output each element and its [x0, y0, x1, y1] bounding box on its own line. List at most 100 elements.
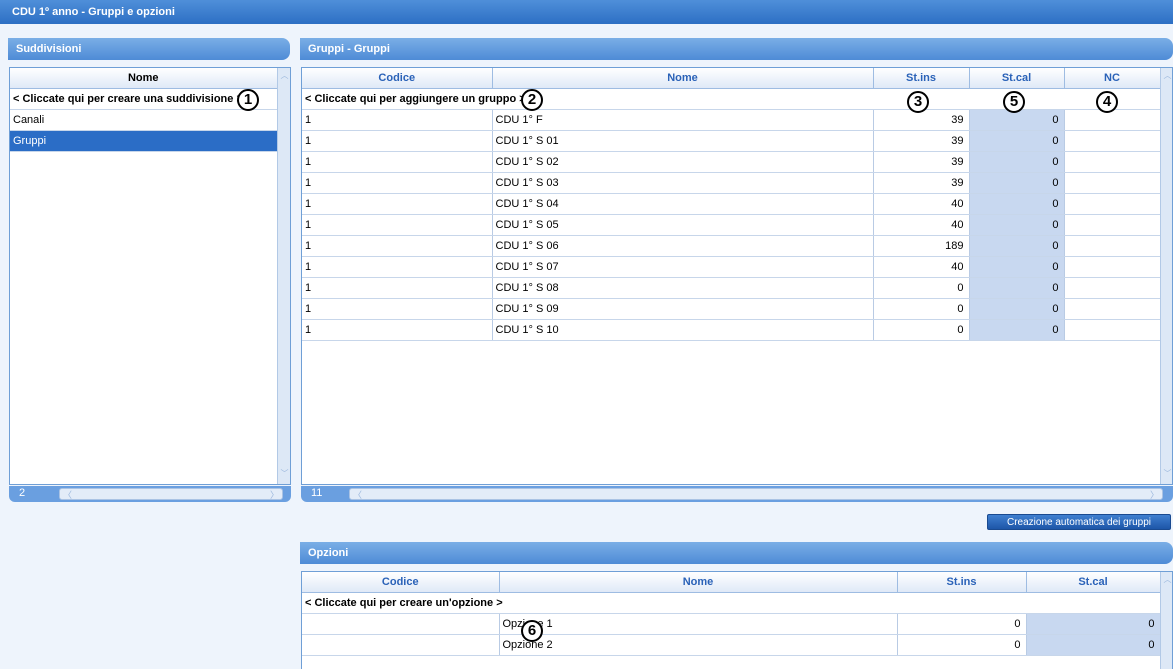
cell-nome[interactable]: Opzione 1: [499, 613, 898, 635]
cell-st-cal[interactable]: 0: [969, 235, 1065, 257]
scroll-right-icon[interactable]: 〉: [1150, 488, 1159, 501]
cell-st-cal[interactable]: 0: [1026, 613, 1161, 635]
cell-st-ins[interactable]: 39: [873, 172, 970, 194]
cell-nc[interactable]: [1064, 130, 1161, 152]
column-header-nome[interactable]: Nome: [499, 572, 898, 593]
suddivisioni-grid[interactable]: Nome < Cliccate qui per creare una suddi…: [9, 67, 291, 485]
cell-st-ins[interactable]: 0: [897, 613, 1027, 635]
scroll-up-icon[interactable]: ︿: [279, 70, 290, 82]
column-header-st-ins[interactable]: St.ins: [897, 572, 1027, 593]
auto-create-groups-button[interactable]: Creazione automatica dei gruppi: [987, 514, 1171, 530]
table-row[interactable]: 1 CDU 1° S 01 39 0: [302, 130, 1161, 152]
column-header-nome[interactable]: Nome: [10, 68, 278, 89]
column-header-nome[interactable]: Nome: [492, 68, 874, 89]
scroll-up-icon[interactable]: ︿: [1162, 574, 1172, 586]
cell-st-cal[interactable]: 0: [969, 130, 1065, 152]
column-header-codice[interactable]: Codice: [302, 68, 493, 89]
cell-nome[interactable]: CDU 1° S 01: [492, 130, 874, 152]
cell-nome[interactable]: CDU 1° S 06: [492, 235, 874, 257]
create-opzione-row[interactable]: < Cliccate qui per creare un'opzione >: [302, 592, 1160, 614]
gruppi-vertical-scrollbar[interactable]: ︿ ﹀: [1160, 68, 1172, 484]
gruppi-horizontal-scrollbar[interactable]: 〈 〉: [349, 488, 1163, 500]
cell-st-cal[interactable]: 0: [969, 172, 1065, 194]
scroll-down-icon[interactable]: ﹀: [1162, 468, 1172, 480]
cell-codice[interactable]: 1: [302, 172, 493, 194]
table-row[interactable]: 1 CDU 1° S 08 0 0: [302, 277, 1161, 299]
cell-codice[interactable]: 1: [302, 193, 493, 215]
table-row[interactable]: 1 CDU 1° S 06 189 0: [302, 235, 1161, 257]
cell-codice[interactable]: [302, 634, 500, 656]
cell-nome[interactable]: CDU 1° S 10: [492, 319, 874, 341]
suddivisioni-horizontal-scrollbar[interactable]: 〈 〉: [59, 488, 283, 500]
column-header-st-cal[interactable]: St.cal: [1026, 572, 1161, 593]
cell-st-cal[interactable]: 0: [969, 298, 1065, 320]
table-row[interactable]: 1 CDU 1° S 04 40 0: [302, 193, 1161, 215]
cell-nc[interactable]: [1064, 214, 1161, 236]
gruppi-grid[interactable]: Codice Nome St.ins St.cal NC < Cliccate …: [301, 67, 1173, 485]
cell-codice[interactable]: 1: [302, 256, 493, 278]
cell-st-ins[interactable]: 39: [873, 130, 970, 152]
cell-st-ins[interactable]: 40: [873, 256, 970, 278]
cell-st-ins[interactable]: 0: [873, 277, 970, 299]
cell-nc[interactable]: [1064, 256, 1161, 278]
opzioni-grid[interactable]: Codice Nome St.ins St.cal < Cliccate qui…: [301, 571, 1173, 669]
cell-codice[interactable]: 1: [302, 298, 493, 320]
suddivisioni-vertical-scrollbar[interactable]: ︿ ﹀: [277, 68, 290, 484]
cell-st-ins[interactable]: 40: [873, 193, 970, 215]
table-row[interactable]: 1 CDU 1° S 05 40 0: [302, 214, 1161, 236]
column-header-st-ins[interactable]: St.ins: [873, 68, 970, 89]
table-row[interactable]: 1 CDU 1° S 03 39 0: [302, 172, 1161, 194]
table-row[interactable]: Opzione 200: [302, 634, 1161, 656]
cell-st-cal[interactable]: 0: [1026, 634, 1161, 656]
column-header-codice[interactable]: Codice: [302, 572, 500, 593]
cell-nc[interactable]: [1064, 277, 1161, 299]
cell-codice[interactable]: 1: [302, 214, 493, 236]
cell-st-ins[interactable]: 0: [873, 298, 970, 320]
cell-codice[interactable]: [302, 613, 500, 635]
cell-nome[interactable]: CDU 1° S 05: [492, 214, 874, 236]
cell-st-cal[interactable]: 0: [969, 193, 1065, 215]
cell-st-cal[interactable]: 0: [969, 319, 1065, 341]
create-gruppo-row[interactable]: < Cliccate qui per aggiungere un gruppo …: [302, 88, 1160, 110]
cell-codice[interactable]: 1: [302, 109, 493, 131]
scroll-up-icon[interactable]: ︿: [1162, 70, 1172, 82]
cell-codice[interactable]: 1: [302, 235, 493, 257]
table-row[interactable]: Opzione 100: [302, 613, 1161, 635]
cell-codice[interactable]: 1: [302, 151, 493, 173]
table-row[interactable]: 1 CDU 1° F 39 0: [302, 109, 1161, 131]
cell-st-cal[interactable]: 0: [969, 151, 1065, 173]
cell-nome[interactable]: CDU 1° S 07: [492, 256, 874, 278]
suddivisione-item-canali[interactable]: Canali: [10, 109, 278, 131]
cell-nome[interactable]: CDU 1° S 09: [492, 298, 874, 320]
scroll-right-icon[interactable]: 〉: [270, 488, 279, 501]
table-row[interactable]: 1 CDU 1° S 07 40 0: [302, 256, 1161, 278]
cell-nc[interactable]: [1064, 172, 1161, 194]
cell-nome[interactable]: CDU 1° S 02: [492, 151, 874, 173]
cell-st-ins[interactable]: 40: [873, 214, 970, 236]
cell-nc[interactable]: [1064, 109, 1161, 131]
cell-nc[interactable]: [1064, 235, 1161, 257]
column-header-nc[interactable]: NC: [1064, 68, 1161, 89]
cell-st-ins[interactable]: 189: [873, 235, 970, 257]
cell-st-cal[interactable]: 0: [969, 214, 1065, 236]
column-header-st-cal[interactable]: St.cal: [969, 68, 1065, 89]
suddivisione-item-gruppi[interactable]: Gruppi: [10, 130, 278, 152]
table-row[interactable]: 1 CDU 1° S 09 0 0: [302, 298, 1161, 320]
scroll-down-icon[interactable]: ﹀: [279, 468, 290, 480]
cell-nome[interactable]: CDU 1° S 08: [492, 277, 874, 299]
cell-st-cal[interactable]: 0: [969, 256, 1065, 278]
cell-nc[interactable]: [1064, 151, 1161, 173]
cell-codice[interactable]: 1: [302, 277, 493, 299]
cell-nome[interactable]: CDU 1° S 04: [492, 193, 874, 215]
scroll-left-icon[interactable]: 〈: [353, 488, 362, 501]
cell-codice[interactable]: 1: [302, 319, 493, 341]
cell-st-ins[interactable]: 0: [897, 634, 1027, 656]
cell-nome[interactable]: CDU 1° S 03: [492, 172, 874, 194]
cell-nc[interactable]: [1064, 319, 1161, 341]
table-row[interactable]: 1 CDU 1° S 10 0 0: [302, 319, 1161, 341]
opzioni-vertical-scrollbar[interactable]: ︿: [1160, 572, 1172, 669]
cell-nc[interactable]: [1064, 298, 1161, 320]
cell-st-ins[interactable]: 0: [873, 319, 970, 341]
cell-st-ins[interactable]: 39: [873, 151, 970, 173]
scroll-left-icon[interactable]: 〈: [63, 488, 72, 501]
